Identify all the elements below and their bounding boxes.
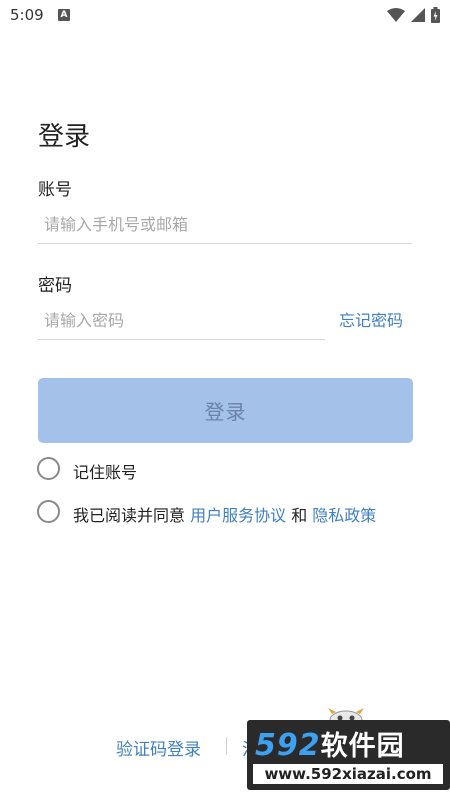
account-label: 账号 [38, 180, 72, 200]
agreement-radio[interactable] [37, 500, 60, 523]
status-bar: 5:09 A [0, 0, 450, 32]
watermark-logo: 592软件园 [255, 724, 405, 763]
agreement-prefix: 我已阅读并同意 [73, 506, 191, 525]
watermark-banner: 592软件园 www.592xiazai.com [247, 720, 450, 790]
password-input[interactable] [38, 302, 325, 340]
login-button[interactable]: 登录 [38, 378, 413, 443]
status-icons [387, 7, 440, 23]
remember-account-label: 记住账号 [73, 463, 138, 482]
notification-icon: A [58, 9, 70, 21]
wifi-icon [387, 8, 405, 22]
remember-account-radio[interactable] [37, 457, 60, 480]
page-title: 登录 [38, 122, 91, 152]
privacy-policy-link[interactable]: 隐私政策 [312, 506, 376, 525]
forgot-password-link[interactable]: 忘记密码 [339, 307, 403, 331]
password-label: 密码 [38, 276, 72, 296]
signal-icon [411, 8, 425, 22]
watermark-logo-number: 592 [255, 728, 321, 763]
sms-login-link[interactable]: 验证码登录 [116, 735, 201, 760]
status-time: 5:09 [10, 6, 44, 24]
agreement-and: 和 [286, 506, 313, 525]
watermark-url: www.592xiazai.com [253, 764, 443, 784]
account-input[interactable] [38, 206, 412, 244]
agreement-text: 我已阅读并同意 用户服务协议 和 隐私政策 [73, 502, 376, 526]
watermark-logo-text: 软件园 [320, 731, 405, 762]
bottom-divider [226, 737, 227, 755]
battery-icon [431, 7, 440, 23]
user-agreement-link[interactable]: 用户服务协议 [190, 506, 286, 525]
